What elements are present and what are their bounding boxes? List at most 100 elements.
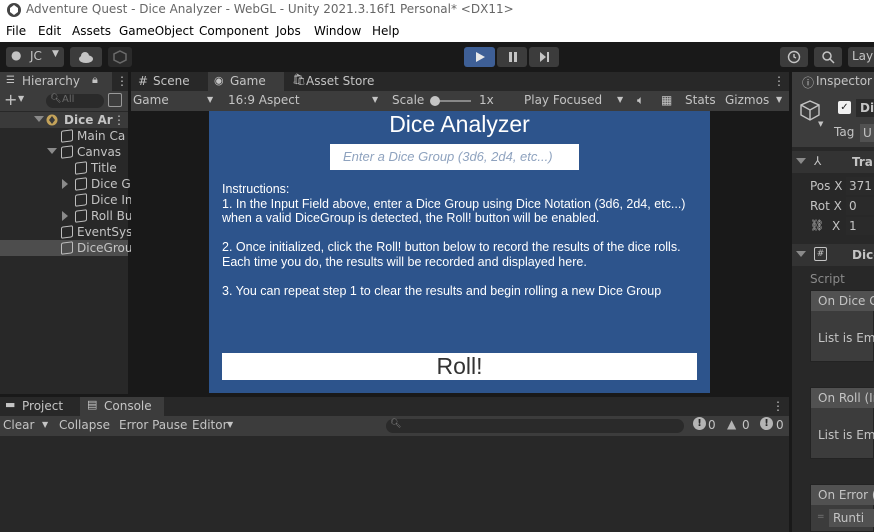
hierarchy-item-title[interactable]: Title (0, 160, 128, 176)
expand-arrow-icon[interactable] (796, 251, 806, 257)
hierarchy-item-dice-group[interactable]: Dice G (0, 176, 131, 192)
tab-asset-store[interactable]: 🛍︎ Asset Store (286, 72, 386, 91)
chevron-down-icon[interactable]: ▼ (776, 95, 782, 104)
scene-visibility-icon[interactable] (108, 93, 122, 107)
pos-x-field[interactable]: 371 (846, 177, 874, 195)
play-button[interactable] (464, 47, 495, 67)
warning-icon[interactable]: ▲ (727, 417, 736, 431)
layers-label: Lay (852, 49, 874, 63)
lock-icon[interactable]: 🔒︎ (92, 73, 98, 87)
more-options-icon[interactable]: ⋮ (116, 74, 128, 88)
menu-gameobject[interactable]: GameObject (119, 24, 194, 38)
transform-header[interactable]: ⅄ Tra (792, 151, 874, 173)
speaker-icon[interactable]: 🔈︎ (637, 93, 644, 108)
hierarchy-item-eventsystem[interactable]: EventSys (0, 224, 132, 240)
step-button[interactable] (529, 47, 559, 67)
hierarchy-item-dicegroup-selected[interactable]: DiceGrou (0, 240, 132, 256)
object-name-field[interactable]: Di (856, 99, 874, 117)
add-icon[interactable]: + (4, 90, 17, 109)
stats-button[interactable]: Stats (685, 93, 716, 107)
menu-window[interactable]: Window (314, 24, 361, 38)
chevron-down-icon[interactable]: ▼ (818, 120, 823, 128)
tab-console[interactable]: ▤ Console (80, 397, 164, 416)
grid-icon[interactable]: ▦ (661, 93, 672, 107)
menu-help[interactable]: Help (372, 24, 399, 38)
history-button[interactable] (780, 47, 808, 67)
tab-scene[interactable]: # Scene (131, 72, 207, 91)
unity-logo-icon (7, 3, 21, 17)
hierarchy-search[interactable]: 🔍︎ All (46, 94, 104, 108)
more-options-icon[interactable]: ⋮ (772, 399, 784, 413)
layers-dropdown[interactable]: Lay (848, 47, 874, 67)
menu-component[interactable]: Component (199, 24, 269, 38)
menu-assets[interactable]: Assets (72, 24, 111, 38)
link-icon[interactable]: ⛓︎ (810, 219, 824, 232)
instructions-line: when a valid DiceGroup is detected, the … (222, 211, 600, 225)
gizmos-button[interactable]: Gizmos (725, 93, 769, 107)
menu-edit[interactable]: Edit (38, 24, 61, 38)
aspect-label: 16:9 Aspect (228, 93, 300, 107)
pause-button[interactable] (497, 47, 527, 67)
instructions-spacer (222, 269, 702, 284)
instructions-line: 1. In the Input Field above, enter a Dic… (222, 196, 686, 211)
chevron-down-icon[interactable]: ▼ (227, 420, 233, 429)
more-options-icon[interactable]: ⋮ (773, 74, 785, 88)
collapse-arrow-icon[interactable] (62, 211, 68, 221)
menu-jobs[interactable]: Jobs (276, 24, 301, 38)
clear-button[interactable]: Clear (3, 418, 34, 432)
active-checkbox[interactable]: ✓ (838, 101, 851, 114)
hierarchy-item-main-camera[interactable]: Main Ca (0, 128, 128, 144)
inspector-tab-strip: ⓘ Inspector (792, 72, 874, 91)
error-count: 0 (776, 418, 784, 432)
unity-scene-icon (46, 114, 58, 126)
more-options-icon[interactable]: ⋮ (113, 113, 125, 127)
chevron-down-icon[interactable]: ▼ (18, 94, 24, 103)
dice-component-header[interactable]: # Dice (792, 244, 874, 266)
tab-inspector[interactable]: ⓘ Inspector (792, 72, 874, 91)
tab-hierarchy[interactable]: ☰ Hierarchy 🔒︎ (0, 72, 112, 91)
expand-arrow-icon[interactable] (34, 116, 44, 122)
gameobject-icon (75, 209, 87, 223)
history-icon (787, 50, 801, 64)
hierarchy-item-label: EventSys (77, 225, 133, 239)
tab-project[interactable]: ▬ Project (0, 397, 78, 416)
expand-arrow-icon[interactable] (796, 158, 806, 164)
menu-file[interactable]: File (6, 24, 26, 38)
hierarchy-item-roll-button[interactable]: Roll Bu (0, 208, 132, 224)
console-search[interactable]: 🔍︎ (386, 419, 684, 433)
info-icon[interactable]: ! (693, 417, 706, 430)
pos-x-label: Pos X (810, 179, 843, 193)
hierarchy-item-dice-input[interactable]: Dice In (0, 192, 133, 208)
list-icon: ☰ (6, 75, 15, 86)
drag-handle-icon[interactable]: = (817, 512, 825, 522)
cloud-button[interactable] (70, 47, 102, 67)
runtime-dropdown[interactable]: Runti (829, 509, 874, 527)
display-dropdown[interactable]: Game ▼ (131, 91, 219, 111)
tab-game[interactable]: ◉ Game (208, 72, 284, 91)
expand-arrow-icon[interactable] (47, 148, 57, 154)
error-icon[interactable]: ! (760, 417, 773, 430)
error-pause-button[interactable]: Error Pause (119, 418, 187, 432)
collab-button[interactable] (108, 47, 132, 67)
event-empty-text: List is Emp (818, 428, 874, 442)
editor-dropdown[interactable]: Editor (192, 418, 228, 432)
chevron-down-icon[interactable]: ▼ (42, 420, 48, 429)
collapse-button[interactable]: Collapse (59, 418, 110, 432)
rot-x-field[interactable]: 0 (846, 197, 874, 215)
hierarchy-item-dice-analyzer[interactable]: Dice Ar ⋮ (0, 112, 128, 128)
account-button[interactable]: ● JC ▼ (6, 47, 64, 67)
roll-button[interactable]: Roll! (222, 353, 697, 380)
search-button[interactable] (814, 47, 842, 67)
scene-tab-label: Scene (153, 74, 190, 88)
hierarchy-panel: ☰ Hierarchy 🔒︎ ⋮ + ▼ 🔍︎ All Dice Ar ⋮ Ma… (0, 72, 133, 394)
hierarchy-item-canvas[interactable]: Canvas (0, 144, 128, 160)
aspect-dropdown[interactable]: 16:9 Aspect ▼ (225, 91, 385, 111)
play-focused-dropdown[interactable]: Play Focused ▼ (521, 91, 629, 111)
scale-x-field[interactable]: 1 (846, 217, 874, 235)
dice-group-input[interactable]: Enter a Dice Group (3d6, 2d4, etc...) (330, 144, 579, 170)
scale-slider-thumb[interactable] (430, 96, 440, 106)
tag-dropdown[interactable]: U (860, 124, 874, 142)
transform-title: Tra (852, 155, 873, 169)
event-title: On Dice G (818, 294, 874, 308)
collapse-arrow-icon[interactable] (62, 179, 68, 189)
